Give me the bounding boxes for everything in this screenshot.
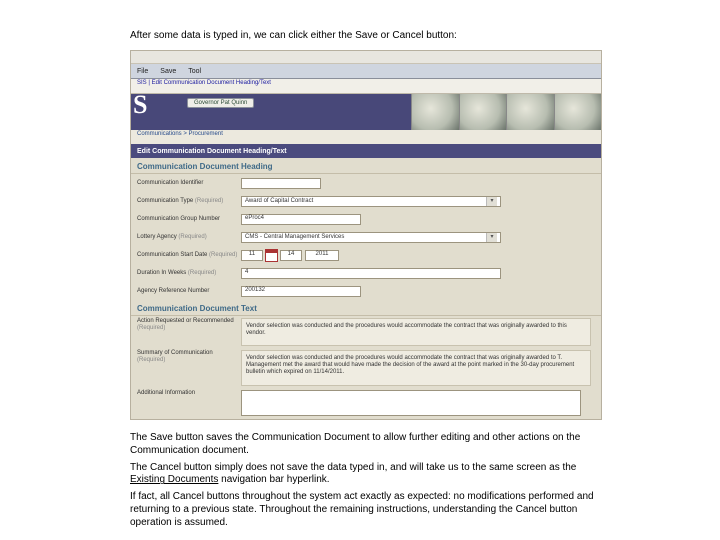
page-title-bar: Edit Communication Document Heading/Text <box>131 144 601 158</box>
start-day-input[interactable]: 14 <box>280 250 302 261</box>
existing-documents-link: Existing Documents <box>130 474 218 485</box>
addl-textarea[interactable] <box>241 390 581 416</box>
button-row: Save Cancel Tip: use the Cancel button t… <box>131 418 601 420</box>
start-month-input[interactable]: 11 <box>241 250 263 261</box>
comm-id-input[interactable] <box>241 178 321 189</box>
heading-section-title: Communication Document Heading <box>131 158 601 174</box>
menu-file[interactable]: File <box>131 68 154 75</box>
label-duration: Duration In Weeks (Required) <box>137 270 241 277</box>
caption-text: The Save button saves the Communication … <box>130 432 608 534</box>
label-ref: Agency Reference Number <box>137 288 241 295</box>
agency-select[interactable]: CMS - Central Management Services▾ <box>241 232 501 243</box>
label-agency: Lottery Agency (Required) <box>137 234 241 241</box>
chevron-down-icon: ▾ <box>486 197 497 206</box>
label-action: Action Requested or Recommended (Require… <box>137 318 241 331</box>
browser-frame-top <box>131 51 601 64</box>
label-start-date: Communication Start Date (Required) <box>137 252 241 259</box>
duration-input[interactable]: 4 <box>241 268 501 279</box>
governor-badge: Governor Pat Quinn <box>187 98 254 108</box>
label-comm-id: Communication Identifier <box>137 180 241 187</box>
app-banner: S Governor Pat Quinn <box>131 94 601 130</box>
address-bar[interactable]: SIS | Edit Communication Document Headin… <box>131 79 601 94</box>
comm-type-select[interactable]: Award of Capital Contract▾ <box>241 196 501 207</box>
screenshot-panel: File Save Tool SIS | Edit Communication … <box>130 50 602 420</box>
intro-text: After some data is typed in, we can clic… <box>130 30 610 41</box>
label-summary: Summary of Communication (Required) <box>137 350 241 363</box>
summary-textarea[interactable]: Vendor selection was conducted and the p… <box>241 350 591 386</box>
menu-tool[interactable]: Tool <box>182 68 207 75</box>
label-comm-type: Communication Type (Required) <box>137 198 241 205</box>
banner-imagery <box>411 94 601 130</box>
comm-group-input[interactable]: eProc4 <box>241 214 361 225</box>
chevron-down-icon: ▾ <box>486 233 497 242</box>
breadcrumb[interactable]: Communications > Procurement <box>131 130 601 144</box>
menu-save[interactable]: Save <box>154 68 182 75</box>
calendar-icon[interactable] <box>265 249 278 262</box>
app-logo-letter: S <box>133 94 147 120</box>
label-comm-group: Communication Group Number <box>137 216 241 223</box>
ref-input[interactable]: 200132 <box>241 286 361 297</box>
label-addl: Additional Information <box>137 390 241 397</box>
menu-bar: File Save Tool <box>131 64 601 79</box>
start-year-input[interactable]: 2011 <box>305 250 339 261</box>
action-textarea[interactable]: Vendor selection was conducted and the p… <box>241 318 591 346</box>
text-section-title: Communication Document Text <box>131 300 601 316</box>
